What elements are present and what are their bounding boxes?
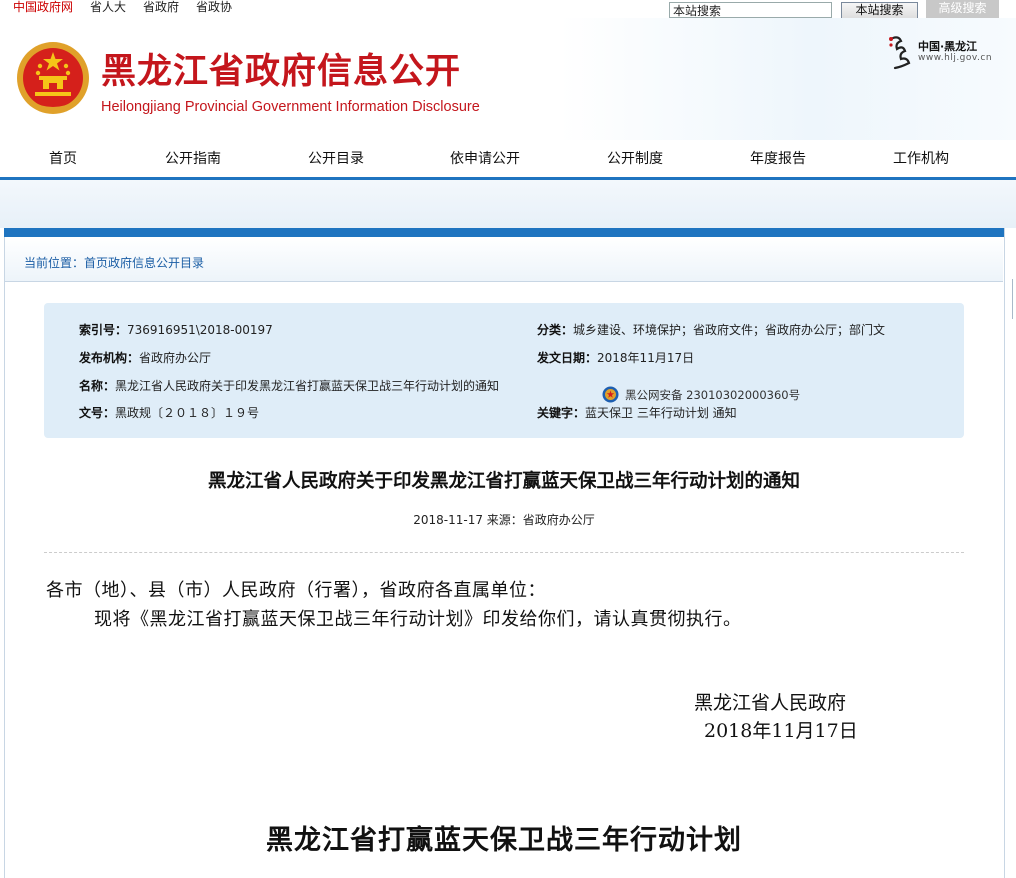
meta-date-label: 发文日期： <box>537 351 598 365</box>
nav-agencies[interactable]: 工作机构 <box>893 148 949 168</box>
top-bar: 中国政府网 省人大 省政府 省政协 本站搜索 高级搜索 <box>0 0 1016 19</box>
meta-name-value: 黑龙江省人民政府关于印发黑龙江省打赢蓝天保卫战三年行动计划的通知 <box>115 379 500 393</box>
nav-guide[interactable]: 公开指南 <box>165 148 221 168</box>
nav-apply[interactable]: 依申请公开 <box>450 148 520 168</box>
meta-keywords: 关键字：蓝天保卫 三年行动计划 通知 <box>537 404 737 421</box>
dragon-logo-icon <box>889 36 911 70</box>
article-body: 现将《黑龙江省打赢蓝天保卫战三年行动计划》印发给你们，请认真贯彻执行。 <box>94 609 742 630</box>
meta-doc-label: 文号： <box>79 406 116 420</box>
nav-annual-report[interactable]: 年度报告 <box>750 148 806 168</box>
meta-category-value: 城乡建设、环境保护；省政府文件；省政府办公厅；部门文 <box>573 323 886 337</box>
meta-category-label: 分类： <box>537 323 574 337</box>
meta-date-value: 2018年11月17日 <box>597 351 695 365</box>
article-title: 黑龙江省人民政府关于印发黑龙江省打赢蓝天保卫战三年行动计划的通知 <box>207 471 800 492</box>
police-record-text: 黑公网安备 23010302000360号 <box>625 387 801 402</box>
link-cppcc[interactable]: 省政协 <box>196 0 232 18</box>
plan-title: 黑龙江省打赢蓝天保卫战三年行动计划 <box>266 825 742 856</box>
meta-index-value: 736916951\2018-00197 <box>127 323 273 337</box>
article-meta: 2018-11-17 来源：省政府办公厅 <box>413 513 595 527</box>
breadcrumb[interactable]: 当前位置：首页政府信息公开目录 <box>24 254 204 271</box>
link-gov-cn[interactable]: 中国政府网 <box>13 0 73 18</box>
meta-doc-number: 文号：黑政规〔２０１８〕１９号 <box>79 404 259 421</box>
meta-date: 发文日期：2018年11月17日 <box>537 349 694 366</box>
article-signature: 黑龙江省人民政府 <box>694 692 847 714</box>
article-sign-date: 2018年11月17日 <box>704 720 858 742</box>
advanced-search-button[interactable]: 高级搜索 <box>926 0 999 18</box>
national-emblem-icon <box>17 42 89 114</box>
article-salutation: 各市（地）、县（市）人民政府（行署），省政府各直属单位： <box>46 580 546 601</box>
metadata-box: 索引号：736916951\2018-00197 分类：城乡建设、环境保护；省政… <box>44 303 964 438</box>
police-record[interactable]: 黑公网安备 23010302000360号 <box>602 386 800 403</box>
meta-index: 索引号：736916951\2018-00197 <box>79 321 273 338</box>
site-title: 黑龙江省政府信息公开 <box>101 52 462 92</box>
meta-name: 名称：黑龙江省人民政府关于印发黑龙江省打赢蓝天保卫战三年行动计划的通知 <box>79 377 499 394</box>
meta-name-label: 名称： <box>79 379 116 393</box>
article-divider <box>44 552 964 553</box>
nav-system[interactable]: 公开制度 <box>607 148 663 168</box>
sub-band <box>0 180 1016 228</box>
search-button[interactable]: 本站搜索 <box>841 2 918 19</box>
meta-category: 分类：城乡建设、环境保护；省政府文件；省政府办公厅；部门文 <box>537 321 885 338</box>
link-npc[interactable]: 省人大 <box>90 0 126 18</box>
nav-catalog[interactable]: 公开目录 <box>308 148 364 168</box>
meta-publisher-label: 发布机构： <box>79 351 140 365</box>
meta-index-label: 索引号： <box>79 323 128 337</box>
meta-doc-value: 黑政规〔２０１８〕１９号 <box>115 406 260 420</box>
link-province-gov[interactable]: 省政府 <box>143 0 179 18</box>
main-nav: 首页 公开指南 公开目录 依申请公开 公开制度 年度报告 工作机构 <box>0 140 1016 177</box>
scroll-divider <box>1012 279 1013 319</box>
search-input[interactable] <box>669 2 832 18</box>
meta-keyword-label: 关键字： <box>537 406 586 420</box>
top-links: 中国政府网 省人大 省政府 省政协 <box>13 0 232 18</box>
brand-url: www.hlj.gov.cn <box>918 53 993 63</box>
police-badge-icon <box>602 386 619 403</box>
meta-keyword-value: 蓝天保卫 三年行动计划 通知 <box>585 406 737 420</box>
meta-publisher: 发布机构：省政府办公厅 <box>79 349 211 366</box>
breadcrumb-bar: 当前位置：首页政府信息公开目录 <box>5 237 1003 282</box>
meta-publisher-value: 省政府办公厅 <box>139 351 212 365</box>
site-subtitle: Heilongjiang Provincial Government Infor… <box>101 99 480 115</box>
site-header: 黑龙江省政府信息公开 Heilongjiang Provincial Gover… <box>0 18 1016 140</box>
nav-home[interactable]: 首页 <box>49 148 77 168</box>
brand-label: 中国·黑龙江 <box>918 40 978 53</box>
content-frame-top <box>4 228 1004 237</box>
